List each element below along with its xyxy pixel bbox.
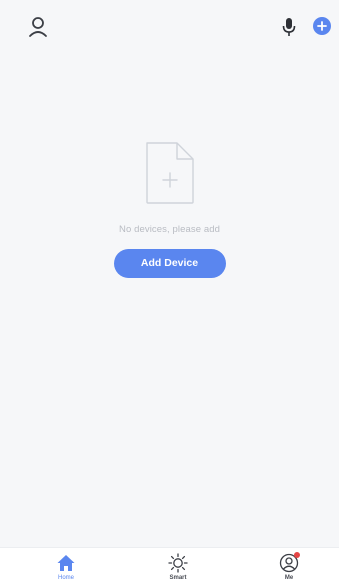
add-button[interactable] xyxy=(313,17,331,35)
tab-me[interactable]: Me xyxy=(259,552,319,581)
plus-icon xyxy=(317,21,327,31)
bottom-tab-bar: Home Smart Me xyxy=(0,547,339,586)
empty-state: No devices, please add Add Device xyxy=(0,140,339,278)
tab-label-me: Me xyxy=(284,575,294,581)
tab-smart[interactable]: Smart xyxy=(148,553,208,581)
empty-message: No devices, please add xyxy=(119,224,220,235)
sun-icon xyxy=(168,553,188,573)
tab-label-smart: Smart xyxy=(169,575,187,581)
user-icon xyxy=(29,17,47,37)
add-device-button[interactable]: Add Device xyxy=(113,249,226,278)
profile-button[interactable] xyxy=(26,15,50,39)
top-bar xyxy=(0,0,339,50)
document-plus-icon xyxy=(145,142,194,204)
microphone-icon xyxy=(282,18,296,36)
app-screen: No devices, please add Add Device Home S… xyxy=(0,0,339,586)
tab-label-home: Home xyxy=(57,575,74,581)
tab-home[interactable]: Home xyxy=(36,553,96,581)
voice-button[interactable] xyxy=(279,15,299,39)
notification-badge xyxy=(294,552,300,558)
home-icon xyxy=(57,555,75,571)
